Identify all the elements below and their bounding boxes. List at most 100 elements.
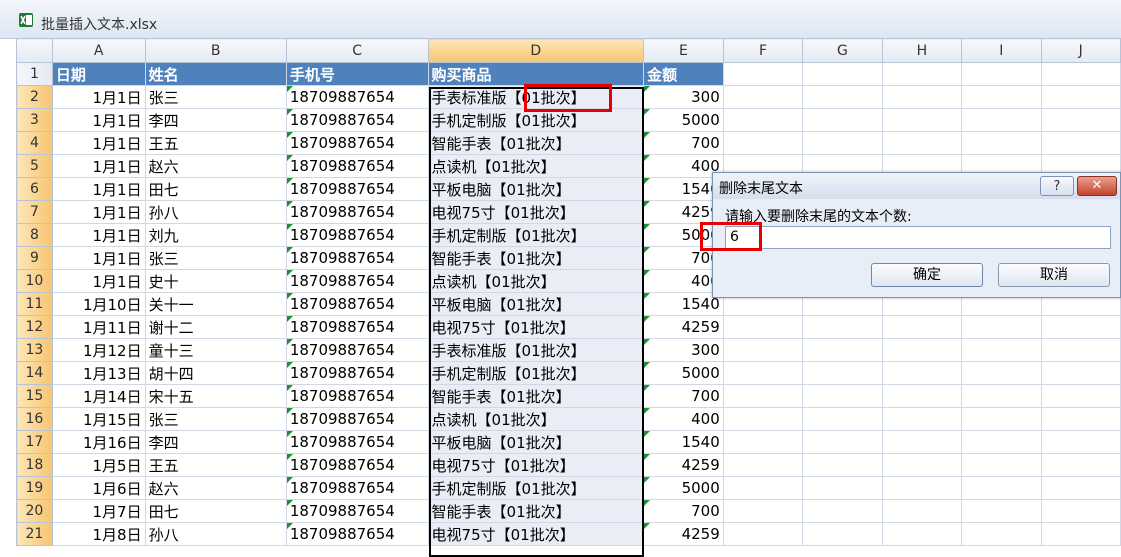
grid-cell-date[interactable]: 1月1日	[51, 85, 146, 109]
column-header-a[interactable]: A	[51, 38, 146, 63]
grid-cell-phone[interactable]: 18709887654	[285, 246, 429, 270]
grid-cell[interactable]	[961, 338, 1042, 362]
grid-cell-num[interactable]: 5000	[643, 476, 724, 500]
grid-cell-num[interactable]: 700	[643, 384, 724, 408]
column-header-g[interactable]: G	[802, 38, 883, 63]
grid-cell[interactable]	[722, 384, 804, 408]
grid-cell-phone[interactable]: 18709887654	[285, 315, 429, 339]
grid-cell[interactable]	[802, 499, 883, 523]
grid-cell[interactable]	[961, 108, 1042, 132]
grid-cell[interactable]	[961, 384, 1042, 408]
grid-cell[interactable]	[881, 453, 963, 477]
grid-cell[interactable]	[722, 476, 804, 500]
grid-cell[interactable]	[1040, 430, 1121, 454]
grid-cell-name[interactable]: 李四	[144, 108, 287, 132]
grid-cell-date[interactable]: 1月13日	[51, 361, 146, 385]
grid-cell-prod[interactable]: 平板电脑【01批次】	[427, 177, 645, 201]
header-cell[interactable]: 日期	[51, 62, 146, 86]
grid-cell[interactable]	[881, 499, 963, 523]
grid-cell[interactable]	[802, 85, 883, 109]
grid-cell-date[interactable]: 1月11日	[51, 315, 146, 339]
grid-cell[interactable]	[802, 430, 883, 454]
grid-cell-name[interactable]: 童十三	[144, 338, 287, 362]
grid-cell-prod[interactable]: 手机定制版【01批次】	[427, 223, 645, 247]
grid-cell-name[interactable]: 赵六	[144, 476, 287, 500]
grid-cell-phone[interactable]: 18709887654	[285, 85, 429, 109]
grid-cell-prod[interactable]: 智能手表【01批次】	[427, 131, 645, 155]
grid-cell-phone[interactable]: 18709887654	[285, 522, 429, 546]
grid-cell-phone[interactable]: 18709887654	[285, 108, 429, 132]
cancel-button[interactable]: 取消	[998, 263, 1110, 287]
column-header-d[interactable]: D	[427, 38, 645, 63]
grid-cell[interactable]	[1040, 85, 1121, 109]
grid-cell-date[interactable]: 1月1日	[51, 131, 146, 155]
grid-cell[interactable]	[961, 430, 1042, 454]
grid-cell-phone[interactable]: 18709887654	[285, 476, 429, 500]
grid-cell[interactable]	[881, 62, 963, 86]
grid-cell[interactable]	[881, 407, 963, 431]
header-cell[interactable]: 金额	[643, 62, 724, 86]
grid-cell[interactable]	[881, 315, 963, 339]
grid-cell-num[interactable]: 700	[643, 131, 724, 155]
column-header-h[interactable]: H	[881, 38, 963, 63]
grid-cell-num[interactable]: 300	[643, 85, 724, 109]
grid-cell-name[interactable]: 张三	[144, 407, 287, 431]
grid-cell[interactable]	[722, 361, 804, 385]
grid-cell-prod[interactable]: 电视75寸【01批次】	[427, 453, 645, 477]
grid-cell[interactable]	[722, 338, 804, 362]
grid-cell-date[interactable]: 1月1日	[51, 177, 146, 201]
grid-cell-num[interactable]: 4259	[643, 453, 724, 477]
grid-cell[interactable]	[881, 522, 963, 546]
grid-cell[interactable]	[881, 108, 963, 132]
grid-cell-date[interactable]: 1月5日	[51, 453, 146, 477]
grid-cell[interactable]	[881, 338, 963, 362]
column-header-e[interactable]: E	[643, 38, 724, 63]
grid-cell[interactable]	[722, 522, 804, 546]
grid-cell-phone[interactable]: 18709887654	[285, 361, 429, 385]
grid-cell-phone[interactable]: 18709887654	[285, 223, 429, 247]
grid-cell-name[interactable]: 史十	[144, 269, 287, 293]
grid-cell-phone[interactable]: 18709887654	[285, 177, 429, 201]
row-header[interactable]: 2	[16, 85, 53, 109]
column-header-f[interactable]: F	[722, 38, 804, 63]
grid-cell-num[interactable]: 700	[643, 499, 724, 523]
grid-cell[interactable]	[1040, 499, 1121, 523]
row-header[interactable]: 11	[16, 292, 53, 316]
grid-cell[interactable]	[722, 62, 804, 86]
grid-cell[interactable]	[802, 453, 883, 477]
grid-cell[interactable]	[881, 476, 963, 500]
grid-cell[interactable]	[881, 430, 963, 454]
grid-cell-name[interactable]: 孙八	[144, 200, 287, 224]
grid-cell-prod[interactable]: 手表标准版【01批次】	[427, 338, 645, 362]
grid-cell-phone[interactable]: 18709887654	[285, 430, 429, 454]
grid-cell-date[interactable]: 1月1日	[51, 246, 146, 270]
grid-cell-date[interactable]: 1月15日	[51, 407, 146, 431]
grid-cell[interactable]	[1040, 476, 1121, 500]
grid-cell-name[interactable]: 田七	[144, 177, 287, 201]
grid-cell-phone[interactable]: 18709887654	[285, 453, 429, 477]
grid-cell-date[interactable]: 1月1日	[51, 108, 146, 132]
grid-cell[interactable]	[1040, 108, 1121, 132]
row-header[interactable]: 3	[16, 108, 53, 132]
grid-cell-name[interactable]: 谢十二	[144, 315, 287, 339]
grid-cell[interactable]	[1040, 315, 1121, 339]
grid-cell[interactable]	[961, 522, 1042, 546]
row-header[interactable]: 8	[16, 223, 53, 247]
grid-cell[interactable]	[802, 131, 883, 155]
grid-cell[interactable]	[722, 453, 804, 477]
help-button[interactable]: ?	[1040, 176, 1074, 196]
grid-cell-prod[interactable]: 电视75寸【01批次】	[427, 522, 645, 546]
grid-cell-phone[interactable]: 18709887654	[285, 154, 429, 178]
grid-cell-date[interactable]: 1月8日	[51, 522, 146, 546]
char-count-input[interactable]: 6	[725, 226, 1111, 249]
row-header[interactable]: 6	[16, 177, 53, 201]
row-header[interactable]: 9	[16, 246, 53, 270]
grid-cell[interactable]	[722, 499, 804, 523]
grid-cell-phone[interactable]: 18709887654	[285, 269, 429, 293]
header-cell[interactable]: 姓名	[144, 62, 287, 86]
grid-cell[interactable]	[961, 476, 1042, 500]
grid-cell[interactable]	[1040, 407, 1121, 431]
row-header[interactable]: 14	[16, 361, 53, 385]
column-header-j[interactable]: J	[1040, 38, 1121, 63]
grid-cell-name[interactable]: 孙八	[144, 522, 287, 546]
